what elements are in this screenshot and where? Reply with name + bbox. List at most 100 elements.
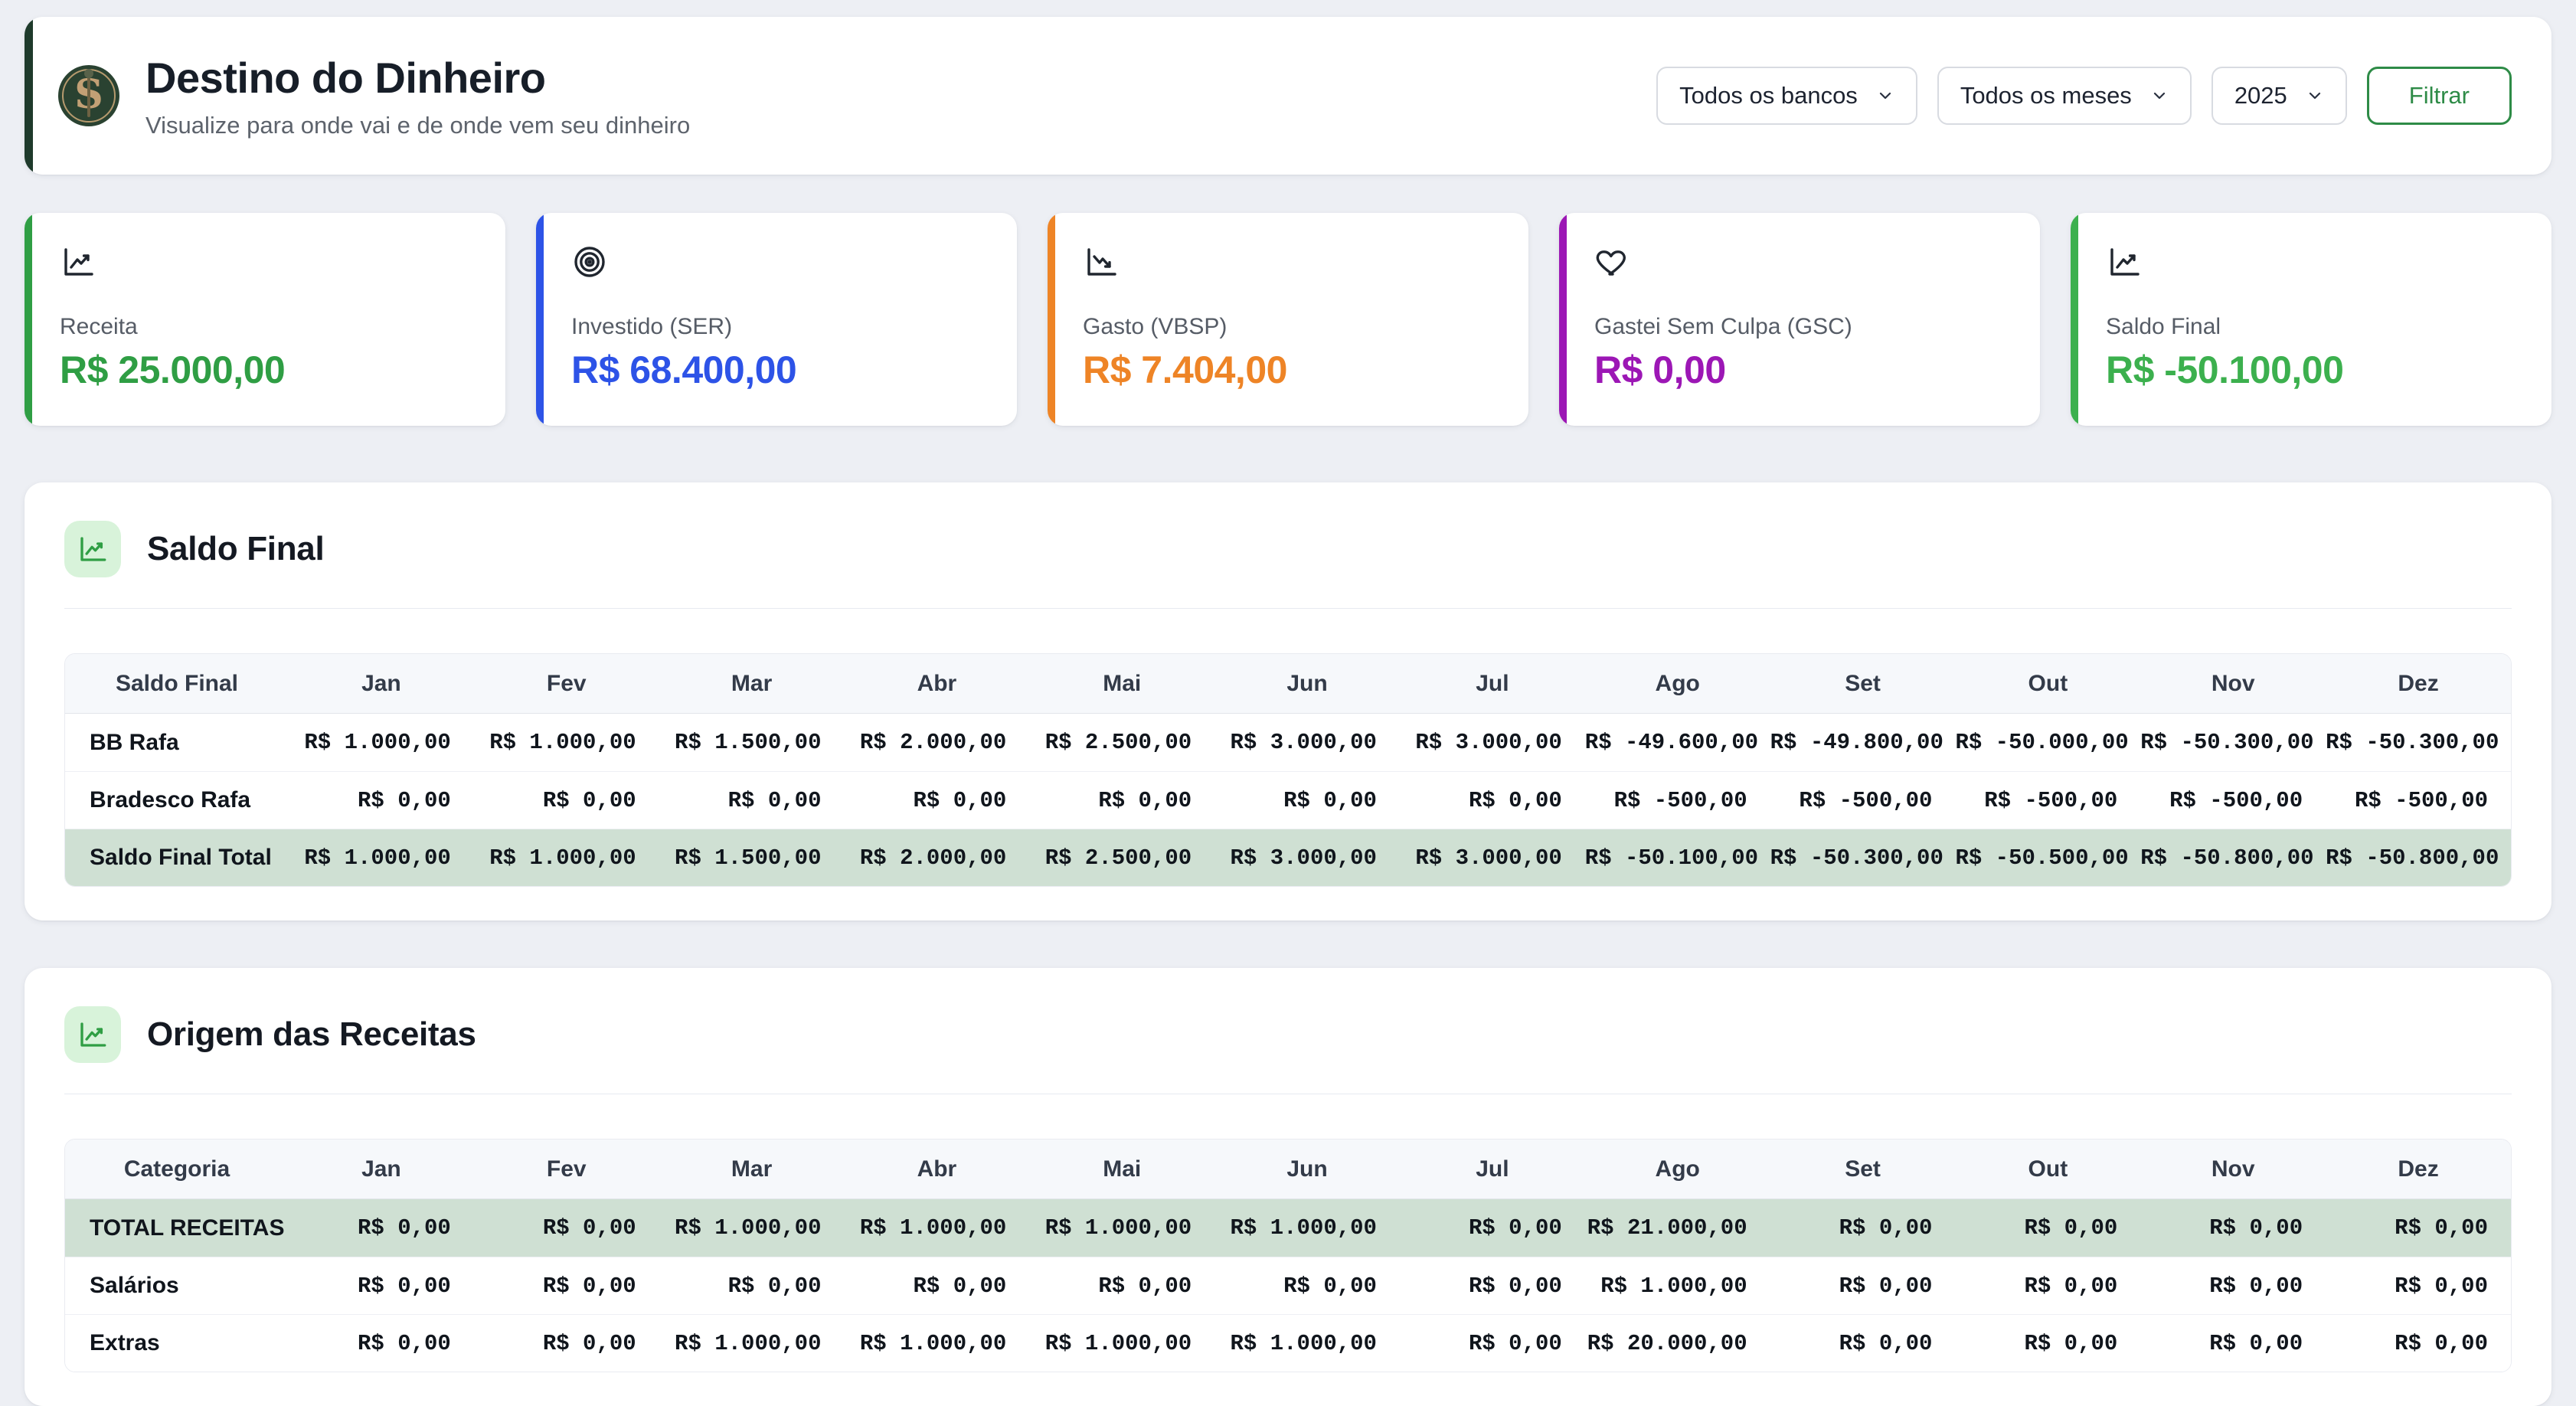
month-header: Mai xyxy=(1029,1140,1214,1199)
app-logo: S xyxy=(58,65,119,126)
value-cell: R$ 3.000,00 xyxy=(1214,829,1400,886)
stat-card-saldo-final: Saldo Final R$ -50.100,00 xyxy=(2071,213,2551,426)
value-cell: R$ 0,00 xyxy=(474,1257,659,1314)
month-filter-select[interactable]: Todos os meses xyxy=(1937,67,2192,125)
bank-filter-select[interactable]: Todos os bancos xyxy=(1656,67,1917,125)
value-cell: R$ 0,00 xyxy=(1400,1199,1585,1257)
section-title: Origem das Receitas xyxy=(147,1015,476,1054)
stat-label: Gastei Sem Culpa (GSC) xyxy=(1594,314,2008,340)
month-header: Ago xyxy=(1585,654,1770,714)
stat-card-receita: Receita R$ 25.000,00 xyxy=(25,213,505,426)
stat-value: R$ -50.100,00 xyxy=(2106,348,2519,392)
value-cell: R$ -50.800,00 xyxy=(2140,829,2326,886)
table-row: ExtrasR$ 0,00R$ 0,00R$ 1.000,00R$ 1.000,… xyxy=(65,1314,2511,1372)
value-cell: R$ -49.600,00 xyxy=(1585,714,1770,771)
value-cell: R$ 0,00 xyxy=(1029,771,1214,829)
value-cell: R$ 0,00 xyxy=(2140,1257,2326,1314)
logo-staff xyxy=(87,76,90,117)
value-cell: R$ 0,00 xyxy=(1214,1257,1400,1314)
value-cell: R$ 0,00 xyxy=(1214,771,1400,829)
table-total-row: TOTAL RECEITASR$ 0,00R$ 0,00R$ 1.000,00R… xyxy=(65,1199,2511,1257)
target-icon xyxy=(571,244,608,280)
value-cell: R$ 1.000,00 xyxy=(474,829,659,886)
page-header: S Destino do Dinheiro Visualize para ond… xyxy=(25,17,2551,175)
chart-line-icon xyxy=(64,1006,121,1063)
month-header: Mar xyxy=(659,654,845,714)
value-cell: R$ 0,00 xyxy=(659,771,845,829)
value-cell: R$ -50.300,00 xyxy=(1770,829,1956,886)
month-header: Out xyxy=(1955,654,2140,714)
value-cell: R$ -50.800,00 xyxy=(2326,829,2511,886)
value-cell: R$ -50.300,00 xyxy=(2140,714,2326,771)
stat-label: Saldo Final xyxy=(2106,314,2519,340)
origem-receitas-section: Origem das Receitas CategoriaJanFevMarAb… xyxy=(25,968,2551,1406)
value-cell: R$ 0,00 xyxy=(844,1257,1029,1314)
value-cell: R$ -50.000,00 xyxy=(1955,714,2140,771)
value-cell: R$ 1.500,00 xyxy=(659,714,845,771)
value-cell: R$ -500,00 xyxy=(1585,771,1770,829)
value-cell: R$ 2.500,00 xyxy=(1029,714,1214,771)
row-label: BB Rafa xyxy=(65,714,289,771)
value-cell: R$ 0,00 xyxy=(1955,1199,2140,1257)
value-cell: R$ 1.000,00 xyxy=(1585,1257,1770,1314)
heart-icon xyxy=(1594,244,1631,280)
value-cell: R$ 1.000,00 xyxy=(1029,1199,1214,1257)
row-label: TOTAL RECEITAS xyxy=(65,1199,289,1257)
value-cell: R$ 0,00 xyxy=(289,1314,474,1372)
value-cell: R$ 1.500,00 xyxy=(659,829,845,886)
value-cell: R$ -500,00 xyxy=(2140,771,2326,829)
page-subtitle: Visualize para onde vai e de onde vem se… xyxy=(145,112,690,139)
value-cell: R$ 0,00 xyxy=(2140,1314,2326,1372)
filter-button[interactable]: Filtrar xyxy=(2367,67,2512,125)
value-cell: R$ 0,00 xyxy=(1400,1257,1585,1314)
table-header-row: CategoriaJanFevMarAbrMaiJunJulAgoSetOutN… xyxy=(65,1140,2511,1199)
value-cell: R$ 0,00 xyxy=(844,771,1029,829)
chart-line-icon xyxy=(64,521,121,577)
value-cell: R$ 2.000,00 xyxy=(844,714,1029,771)
stat-card-gastei-sem-culpa: Gastei Sem Culpa (GSC) R$ 0,00 xyxy=(1559,213,2040,426)
month-header: Jan xyxy=(289,654,474,714)
first-column-header: Saldo Final xyxy=(65,654,289,714)
value-cell: R$ 1.000,00 xyxy=(844,1314,1029,1372)
month-header: Fev xyxy=(474,654,659,714)
section-title: Saldo Final xyxy=(147,530,324,568)
value-cell: R$ -49.800,00 xyxy=(1770,714,1956,771)
page-title: Destino do Dinheiro xyxy=(145,53,690,103)
month-header: Jun xyxy=(1214,654,1400,714)
value-cell: R$ 0,00 xyxy=(474,1199,659,1257)
first-column-header: Categoria xyxy=(65,1140,289,1199)
value-cell: R$ 1.000,00 xyxy=(659,1199,845,1257)
month-header: Out xyxy=(1955,1140,2140,1199)
stat-value: R$ 68.400,00 xyxy=(571,348,985,392)
saldo-final-table: Saldo FinalJanFevMarAbrMaiJunJulAgoSetOu… xyxy=(64,653,2512,887)
value-cell: R$ 0,00 xyxy=(2326,1199,2511,1257)
stat-cards-row: Receita R$ 25.000,00 Investido (SER) R$ … xyxy=(25,213,2551,426)
value-cell: R$ 2.000,00 xyxy=(844,829,1029,886)
month-header: Set xyxy=(1770,1140,1956,1199)
trending-down-chart-icon xyxy=(1083,244,1120,280)
value-cell: R$ 1.000,00 xyxy=(1029,1314,1214,1372)
month-header: Jun xyxy=(1214,1140,1400,1199)
value-cell: R$ 0,00 xyxy=(1029,1257,1214,1314)
value-cell: R$ 1.000,00 xyxy=(289,829,474,886)
value-cell: R$ 0,00 xyxy=(474,771,659,829)
stat-label: Gasto (VBSP) xyxy=(1083,314,1496,340)
value-cell: R$ 1.000,00 xyxy=(474,714,659,771)
month-header: Jul xyxy=(1400,1140,1585,1199)
stat-card-gasto: Gasto (VBSP) R$ 7.404,00 xyxy=(1048,213,1528,426)
trending-up-chart-icon xyxy=(60,244,96,280)
value-cell: R$ 0,00 xyxy=(1400,1314,1585,1372)
value-cell: R$ 0,00 xyxy=(289,1257,474,1314)
value-cell: R$ 0,00 xyxy=(1770,1257,1956,1314)
value-cell: R$ 0,00 xyxy=(2326,1257,2511,1314)
month-header: Fev xyxy=(474,1140,659,1199)
month-header: Mai xyxy=(1029,654,1214,714)
month-header: Jan xyxy=(289,1140,474,1199)
chevron-down-icon xyxy=(1876,87,1894,105)
year-filter-value: 2025 xyxy=(2234,82,2287,110)
value-cell: R$ 0,00 xyxy=(2326,1314,2511,1372)
year-filter-select[interactable]: 2025 xyxy=(2212,67,2347,125)
value-cell: R$ 0,00 xyxy=(289,1199,474,1257)
origem-receitas-table: CategoriaJanFevMarAbrMaiJunJulAgoSetOutN… xyxy=(64,1139,2512,1372)
row-label: Saldo Final Total xyxy=(65,829,289,886)
